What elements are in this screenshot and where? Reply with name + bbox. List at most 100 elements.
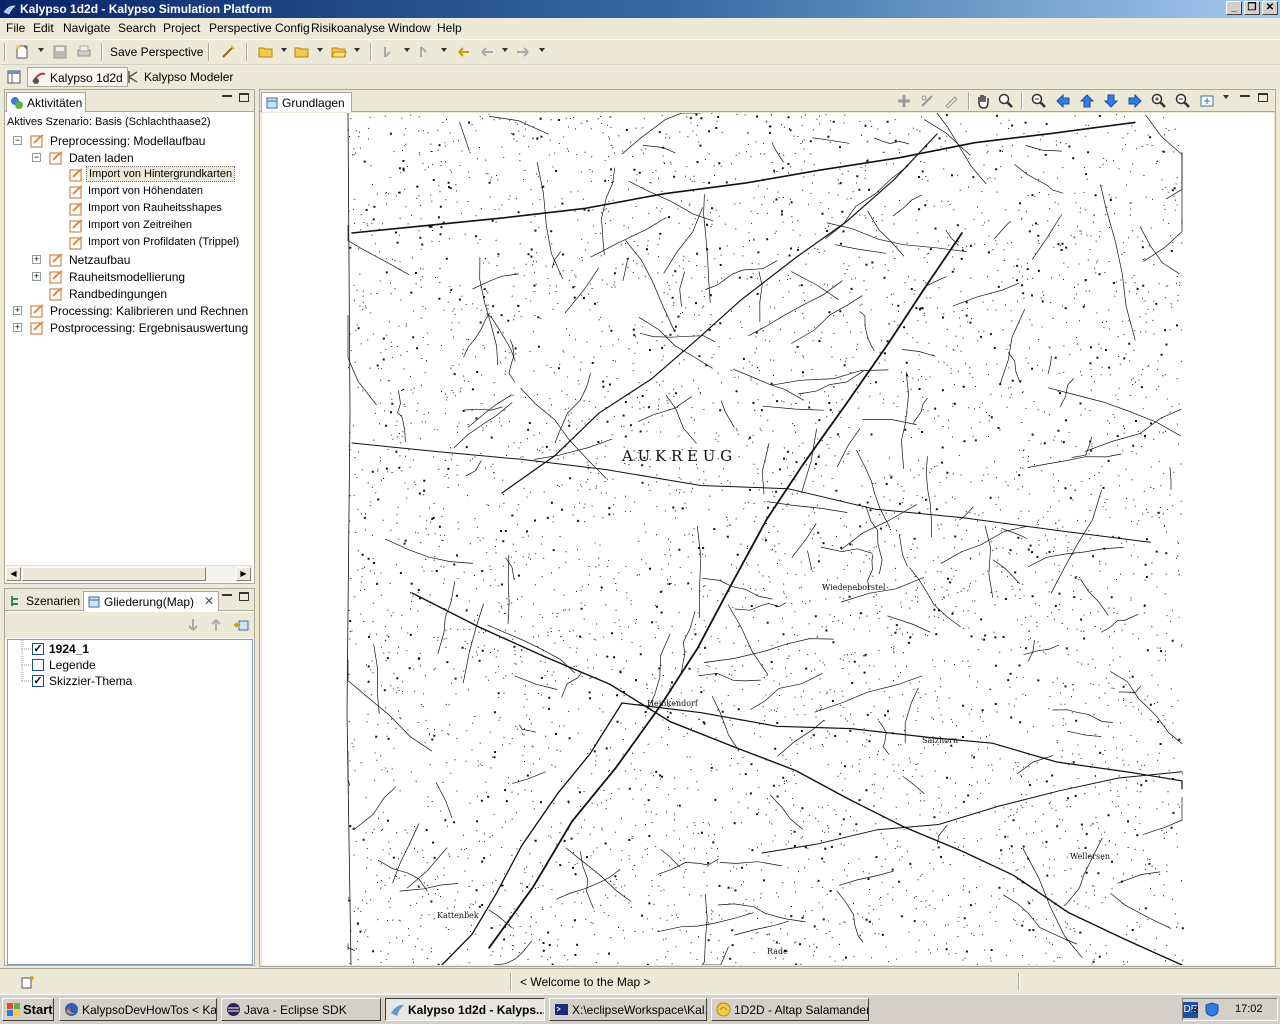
zoom-full-icon[interactable] — [1031, 93, 1047, 109]
pan-right-icon[interactable] — [1127, 93, 1143, 109]
expand-icon[interactable]: + — [13, 323, 22, 332]
pan-down-icon[interactable] — [1103, 93, 1119, 109]
tree-item-processing[interactable]: + Processing: Kalibrieren und Rechnen — [13, 302, 253, 319]
menu-project[interactable]: Project — [163, 21, 200, 35]
tab-scenarios[interactable]: Szenarien — [6, 591, 86, 611]
menu-navigate[interactable]: Navigate — [63, 21, 110, 35]
tab-outline-map[interactable]: Gliederung(Map) ✕ — [83, 591, 220, 611]
security-shield-icon[interactable] — [1205, 1002, 1219, 1017]
scroll-right-icon[interactable]: ▶ — [236, 567, 251, 581]
move-down-icon[interactable] — [185, 617, 201, 633]
tree-item-preprocessing[interactable]: − Preprocessing: Modellaufbau — [13, 132, 253, 149]
tab-activities[interactable]: Aktivitäten — [6, 92, 86, 112]
task-salamander[interactable]: 1D2D - Altap Salamander... — [711, 998, 869, 1021]
minimize-icon[interactable] — [222, 593, 232, 596]
zoom-select-icon[interactable] — [998, 93, 1014, 109]
layer-item-1924-1[interactable]: ✓ 1924_1 — [32, 641, 232, 658]
collapse-icon[interactable]: − — [32, 153, 41, 162]
map-canvas[interactable]: A U K R E U G Wiedeneborstel Heinkendorf… — [262, 113, 1274, 965]
folder-open-dropdown-icon[interactable] — [354, 48, 360, 52]
fast-view-icon[interactable] — [20, 974, 36, 990]
edit-geometry-icon[interactable] — [919, 93, 935, 109]
tray-expand-icon[interactable]: « — [1191, 1001, 1199, 1017]
back-dropdown-icon[interactable] — [502, 48, 508, 52]
close-tab-icon[interactable]: ✕ — [204, 594, 214, 608]
start-button[interactable]: Start — [2, 998, 54, 1021]
layer-item-legende[interactable]: Legende — [32, 657, 232, 674]
scrollbar-thumb[interactable] — [22, 567, 206, 581]
expand-icon[interactable]: + — [32, 255, 41, 264]
close-button[interactable]: ✕ — [1262, 1, 1278, 15]
maximize-icon[interactable] — [1258, 93, 1268, 102]
prev-annotation-dropdown-icon[interactable] — [441, 48, 447, 52]
expand-icon[interactable]: + — [13, 306, 22, 315]
folder-icon[interactable] — [294, 44, 310, 60]
tab-grundlagen[interactable]: Grundlagen — [261, 92, 352, 112]
activities-horizontal-scrollbar[interactable]: ◀ ▶ — [6, 565, 252, 582]
menu-file[interactable]: File — [6, 21, 25, 35]
minimize-button[interactable]: _ — [1226, 1, 1242, 15]
expand-icon[interactable]: + — [32, 272, 41, 281]
pan-hand-icon[interactable] — [975, 93, 991, 109]
layer-checkbox[interactable] — [32, 659, 44, 671]
new-dropdown-icon[interactable] — [38, 48, 44, 52]
next-annotation-icon[interactable] — [382, 44, 398, 60]
menu-risikoanalyse[interactable]: Risikoanalyse — [311, 21, 385, 35]
task-firefox[interactable]: KalypsoDevHowTos < Ka... — [59, 998, 217, 1021]
menu-help[interactable]: Help — [437, 21, 462, 35]
folder-dropdown-icon[interactable] — [317, 48, 323, 52]
open-type-dropdown-icon[interactable] — [281, 48, 287, 52]
minimize-icon[interactable] — [222, 94, 232, 97]
add-layer-icon[interactable] — [233, 617, 249, 633]
tree-item-import-hintergrundkarten[interactable]: Import von Hintergrundkarten — [68, 166, 238, 183]
back-icon[interactable] — [479, 44, 495, 60]
tree-item-randbedingungen[interactable]: Randbedingungen — [49, 285, 229, 302]
perspective-kalypso-1d2d[interactable]: Kalypso 1d2d — [27, 67, 128, 87]
pan-left-icon[interactable] — [1055, 93, 1071, 109]
task-kalypso[interactable]: Kalypso 1d2d - Kalyps... — [385, 998, 545, 1021]
add-point-icon[interactable] — [896, 93, 912, 109]
tree-item-import-rauheitsshapes[interactable]: Import von Rauheitsshapes — [68, 200, 238, 217]
tree-item-rauheitsmodellierung[interactable]: + Rauheitsmodellierung — [32, 268, 232, 285]
tree-item-daten-laden[interactable]: − Daten laden — [32, 149, 232, 166]
zoom-in-icon[interactable] — [1151, 93, 1167, 109]
maximize-icon[interactable] — [239, 93, 249, 102]
layer-checkbox[interactable]: ✓ — [32, 643, 44, 655]
last-edit-icon[interactable] — [455, 44, 471, 60]
menu-edit[interactable]: Edit — [33, 21, 54, 35]
menu-perspective-config[interactable]: Perspective Config — [209, 21, 310, 35]
task-explorer[interactable]: X:\eclipseWorkspace\Kal... — [549, 998, 707, 1021]
task-eclipse[interactable]: Java - Eclipse SDK — [221, 998, 381, 1021]
forward-icon[interactable] — [515, 44, 531, 60]
collapse-icon[interactable]: − — [13, 136, 22, 145]
wand-icon[interactable] — [220, 44, 236, 60]
new-icon[interactable] — [14, 44, 30, 60]
open-type-icon[interactable] — [258, 44, 274, 60]
move-up-icon[interactable] — [208, 617, 224, 633]
open-perspective-icon[interactable] — [6, 69, 22, 85]
menu-search[interactable]: Search — [118, 21, 156, 35]
maximize-icon[interactable] — [239, 592, 249, 601]
tree-item-postprocessing[interactable]: + Postprocessing: Ergebnisauswertung — [13, 319, 254, 336]
zoom-out-icon[interactable] — [1175, 93, 1191, 109]
prev-annotation-icon[interactable] — [418, 44, 434, 60]
save-perspective-button[interactable]: Save Perspective — [110, 45, 203, 59]
perspective-kalypso-modeler[interactable]: Kalypso Modeler — [122, 67, 237, 87]
layer-item-skizzier-thema[interactable]: ✓ Skizzier-Thema — [32, 673, 232, 690]
folder-open-icon[interactable] — [331, 44, 347, 60]
forward-dropdown-icon[interactable] — [539, 48, 545, 52]
pencil-icon[interactable] — [943, 93, 959, 109]
layer-checkbox[interactable]: ✓ — [32, 675, 44, 687]
menu-window[interactable]: Window — [388, 21, 431, 35]
print-icon[interactable] — [76, 44, 92, 60]
minimize-icon[interactable] — [1240, 94, 1250, 97]
scroll-left-icon[interactable]: ◀ — [6, 567, 21, 581]
view-menu-icon[interactable] — [1223, 95, 1229, 99]
next-annotation-dropdown-icon[interactable] — [404, 48, 410, 52]
tree-item-import-hoehendaten[interactable]: Import von Höhendaten — [68, 183, 238, 200]
tree-item-import-zeitreihen[interactable]: Import von Zeitreihen — [68, 217, 238, 234]
full-extent-icon[interactable] — [1199, 93, 1215, 109]
save-icon[interactable] — [52, 44, 68, 60]
pan-up-icon[interactable] — [1079, 93, 1095, 109]
tree-item-import-profildaten[interactable]: Import von Profildaten (Trippel) — [68, 234, 248, 251]
